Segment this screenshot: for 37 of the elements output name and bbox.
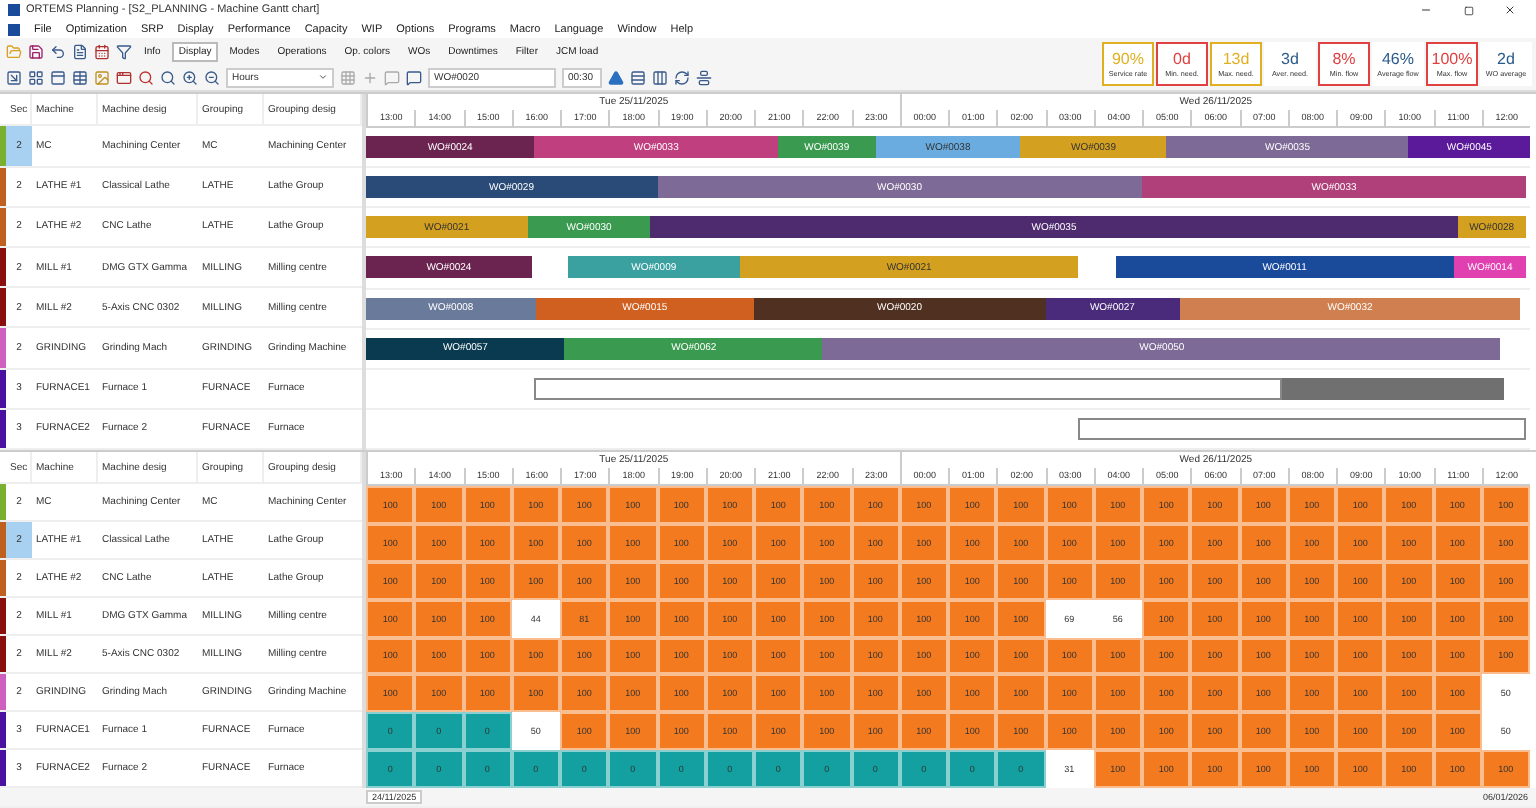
calendar-icon[interactable] [94,43,110,59]
search-icon[interactable] [160,69,176,85]
kpi-value: 3d [1281,50,1299,68]
grid-icon[interactable] [28,69,44,85]
kpi-value: 8% [1332,50,1356,68]
search-icon[interactable] [138,69,154,85]
empty-slot-bar[interactable] [1078,417,1527,440]
zoom-out-icon[interactable] [204,69,220,85]
undo-icon[interactable] [50,43,66,59]
save-icon[interactable] [28,43,44,59]
kpi-value: 46% [1381,50,1414,68]
minimize-icon[interactable] [1420,4,1432,16]
kpi-value: 13d [1222,50,1250,68]
arrow-box-icon[interactable] [6,69,22,85]
columns-icon[interactable] [652,69,668,85]
zoom-in-icon[interactable] [182,69,198,85]
app-logo-icon [8,4,20,16]
close-icon[interactable] [1504,4,1516,16]
align-icon[interactable] [696,69,712,85]
image-icon[interactable] [94,69,110,85]
panel-icon[interactable] [50,69,66,85]
refresh-icon[interactable] [674,69,690,85]
document-icon[interactable] [72,43,88,59]
filter-icon[interactable] [116,43,132,59]
downtime-bar[interactable] [1281,377,1504,400]
triangle-icon[interactable] [608,69,624,85]
kpi-value: 2d [1497,50,1515,68]
app-menu-icon[interactable] [8,23,20,35]
comment-icon[interactable] [406,69,422,85]
kpi-value: 0d [1173,50,1191,68]
rows-icon[interactable] [630,69,646,85]
chevron-down-icon[interactable] [318,72,328,82]
table-icon[interactable] [72,69,88,85]
window-icon[interactable] [116,69,132,85]
kpi-value: 100% [1431,50,1473,68]
maximize-icon[interactable] [1463,5,1473,15]
kpi-value: 90% [1111,50,1144,68]
